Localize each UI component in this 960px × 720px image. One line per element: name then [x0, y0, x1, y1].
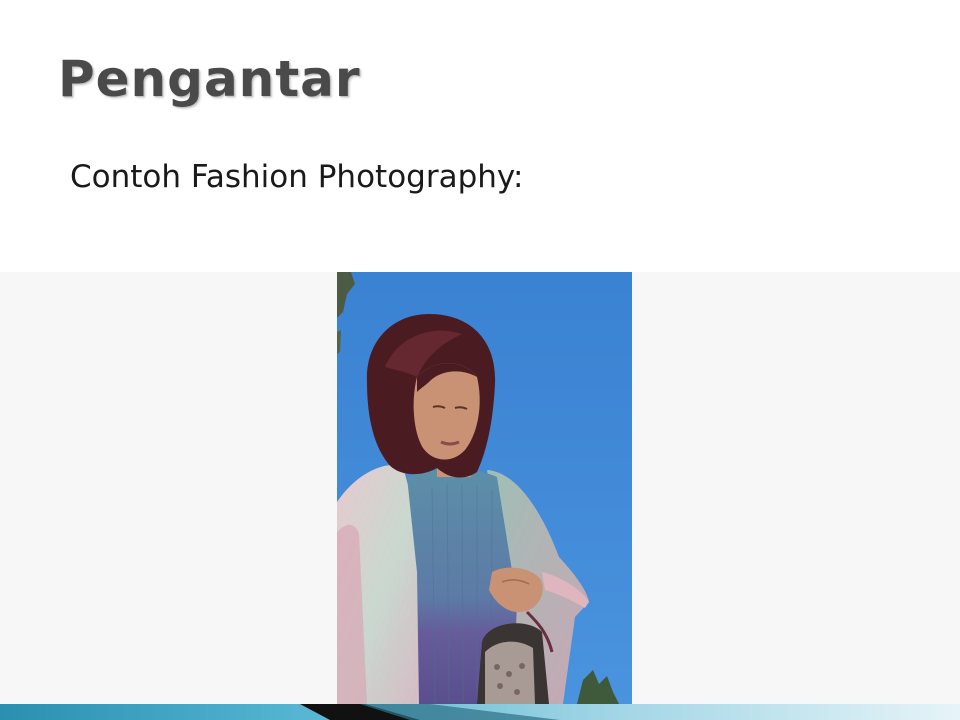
- slide-subtitle: Contoh Fashion Photography:: [70, 159, 524, 195]
- bottom-decorative-bar: [0, 704, 960, 720]
- fashion-photo: [337, 272, 632, 704]
- slide-title: Pengantar: [58, 50, 361, 108]
